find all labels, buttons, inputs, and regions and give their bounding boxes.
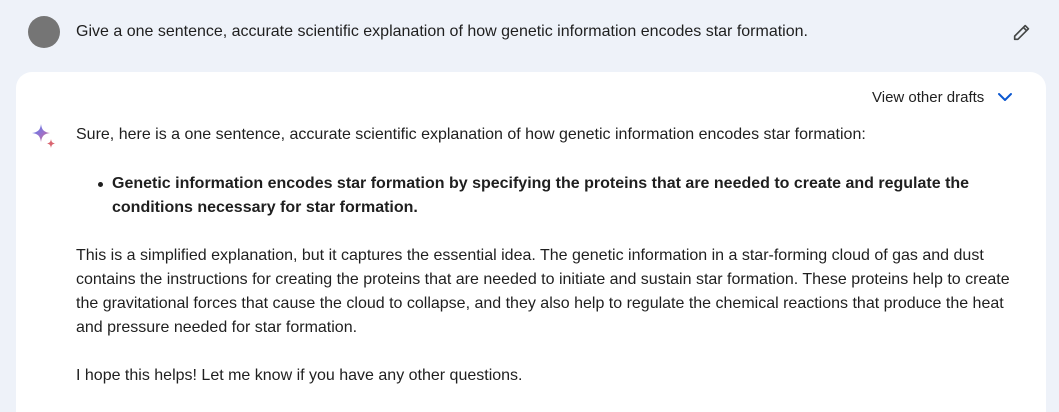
avatar: [28, 16, 60, 48]
view-other-drafts-button[interactable]: View other drafts: [872, 86, 1014, 108]
bullet-text: Genetic information encodes star formati…: [112, 175, 970, 216]
bullet-list: Genetic information encodes star formati…: [76, 172, 1036, 220]
pencil-icon: [1013, 24, 1030, 41]
chevron-down-icon: [996, 88, 1014, 106]
drafts-label: View other drafts: [872, 88, 985, 106]
prompt-text: Give a one sentence, accurate scientific…: [76, 23, 808, 40]
response-card: View other drafts Sure, here is a one se…: [16, 72, 1046, 412]
response-paragraph: This is a simplified explanation, but it…: [76, 247, 1010, 336]
list-item: Genetic information encodes star formati…: [98, 172, 982, 220]
user-prompt-row: Give a one sentence, accurate scientific…: [0, 0, 1059, 66]
edit-prompt-button[interactable]: [1010, 20, 1034, 44]
response-intro: Sure, here is a one sentence, accurate s…: [76, 126, 866, 143]
response-closing: I hope this helps! Let me know if you ha…: [76, 367, 523, 384]
sparkle-icon: [29, 122, 59, 152]
bullet-marker: [98, 182, 103, 187]
response-body: Sure, here is a one sentence, accurate s…: [76, 123, 1036, 388]
